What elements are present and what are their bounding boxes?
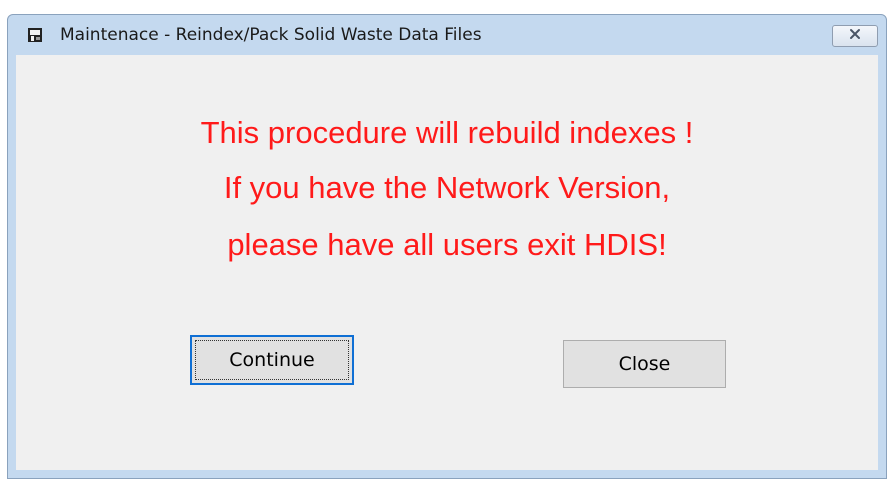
app-icon <box>27 27 43 43</box>
dialog-body: This procedure will rebuild indexes ! If… <box>16 55 878 470</box>
window-title: Maintenace - Reindex/Pack Solid Waste Da… <box>60 25 482 45</box>
close-button[interactable]: Close <box>563 340 726 388</box>
dialog-window: Maintenace - Reindex/Pack Solid Waste Da… <box>7 14 887 479</box>
warning-message-line-3: please have all users exit HDIS! <box>227 227 667 262</box>
focus-rectangle <box>195 340 349 380</box>
continue-button[interactable]: Continue <box>190 335 354 385</box>
title-bar[interactable]: Maintenace - Reindex/Pack Solid Waste Da… <box>8 15 886 55</box>
window-close-button[interactable] <box>832 25 878 47</box>
warning-message-line-2: If you have the Network Version, <box>223 170 671 205</box>
close-button-label: Close <box>618 353 671 375</box>
close-icon <box>849 27 861 45</box>
warning-message-line-1: This procedure will rebuild indexes ! <box>200 115 694 150</box>
